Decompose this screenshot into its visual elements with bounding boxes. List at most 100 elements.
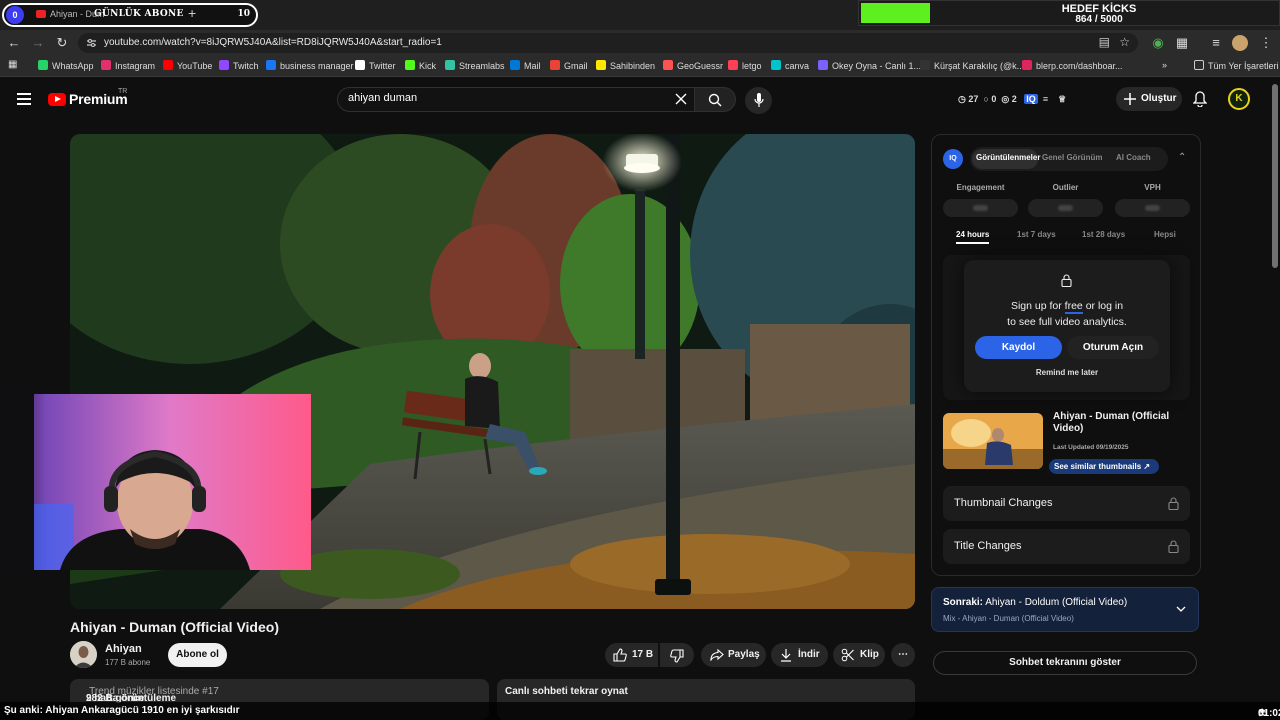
channel-avatar[interactable] (70, 641, 97, 668)
bookmark-item[interactable]: Okey Oyna - Canlı 1... (818, 60, 921, 71)
similar-thumbnails-button[interactable]: See similar thumbnails ↗ (1049, 459, 1159, 474)
login-button[interactable]: Oturum Açın (1067, 336, 1159, 359)
widget-badge: 0 (6, 6, 24, 24)
bookmark-item[interactable]: WhatsApp (38, 60, 94, 71)
share-button[interactable]: Paylaş (701, 643, 766, 667)
plus-icon (1124, 93, 1136, 105)
bookmark-item[interactable]: Mail (510, 60, 541, 71)
voice-search-button[interactable] (745, 87, 772, 114)
browser-menu-icon[interactable]: ⋮ (1258, 35, 1274, 51)
clear-search-icon[interactable] (674, 92, 688, 106)
vidiq-panel: IQ Görüntülenmeler Genel Görünüm AI Coac… (931, 134, 1201, 576)
channel-name[interactable]: Ahiyan (105, 643, 142, 655)
video-thumbnail[interactable] (943, 413, 1043, 469)
site-info-icon[interactable] (86, 38, 97, 48)
metric-engagement: Engagement (956, 183, 1005, 192)
range-28d[interactable]: 1st 28 days (1082, 230, 1125, 239)
more-actions-icon[interactable]: ⋯ (891, 643, 915, 667)
bookmark-item[interactable]: Streamlabs (445, 60, 505, 71)
bookmark-item[interactable]: GeoGuessr (663, 60, 723, 71)
daily-subs-widget: 0 Ahiyan - Dum GÜNLÜK ABONE 10 (2, 3, 258, 27)
bookmark-favicon-icon (355, 60, 365, 70)
extensions-icon[interactable]: ▦ (1174, 35, 1190, 51)
bookmark-favicon-icon (663, 60, 673, 70)
forward-icon[interactable]: → (30, 35, 46, 51)
range-24h[interactable]: 24 hours (956, 230, 990, 244)
reload-icon[interactable]: ↻ (54, 35, 70, 51)
account-avatar[interactable]: K (1228, 88, 1250, 110)
bookmark-favicon-icon (818, 60, 828, 70)
all-bookmarks[interactable]: Tüm Yer İşaretleri (1194, 60, 1279, 71)
bookmark-star-icon[interactable]: ☆ (1119, 35, 1130, 49)
menu-icon[interactable] (17, 93, 31, 105)
bookmark-item[interactable]: Sahibinden (596, 60, 655, 71)
bookmark-item[interactable]: Gmail (550, 60, 588, 71)
address-bar[interactable]: youtube.com/watch?v=8iJQRW5J40A&list=RD8… (78, 33, 1138, 53)
up-next-title: Ahiyan - Doldum (Official Video) (985, 597, 1128, 608)
range-all[interactable]: Hepsi (1154, 230, 1176, 239)
system-tray: ⌃ ♬ 01:02 ▭ (1254, 705, 1280, 719)
notification-icon[interactable]: ▭ (1258, 708, 1267, 719)
search-button[interactable] (694, 87, 736, 112)
dislike-button[interactable] (660, 643, 694, 667)
tab-views[interactable]: Görüntülenmeler (976, 153, 1040, 162)
list-icon[interactable]: ≡ (1043, 94, 1048, 104)
range-7d[interactable]: 1st 7 days (1017, 230, 1056, 239)
tab-search-icon[interactable]: ≡ (1208, 35, 1224, 51)
thumbnail-changes-row[interactable]: Thumbnail Changes (943, 486, 1190, 521)
tab-overview[interactable]: Genel Görünüm (1042, 153, 1102, 162)
bookmark-item[interactable]: Kürşat Karakılıç (@k... (920, 60, 1024, 71)
profile-icon[interactable] (1232, 35, 1248, 51)
youtube-logo-icon[interactable] (48, 93, 66, 106)
signup-card: Sign up for free or log in to see full v… (964, 260, 1170, 392)
new-tab-button[interactable]: + (188, 5, 196, 21)
vidiq-icon[interactable]: IQ (1024, 94, 1038, 104)
remind-later-link[interactable]: Remind me later (964, 368, 1170, 377)
back-icon[interactable]: ← (6, 35, 22, 51)
bookmark-item[interactable]: blerp.com/dashboar... (1022, 60, 1123, 71)
signup-button[interactable]: Kaydol (975, 336, 1062, 359)
page-scrollbar[interactable] (1272, 84, 1278, 268)
metric-vph-value (1115, 199, 1190, 217)
up-next-box[interactable]: Sonraki: Ahiyan - Doldum (Official Video… (931, 587, 1199, 632)
bookmark-item[interactable]: Twitch (219, 60, 259, 71)
title-changes-row[interactable]: Title Changes (943, 529, 1190, 564)
like-button[interactable]: 17 B (605, 643, 658, 667)
vidiq-logo-icon: IQ (943, 149, 963, 169)
bookmark-item[interactable]: Twitter (355, 60, 396, 71)
widget-count: 10 (237, 9, 250, 19)
more-bookmarks-icon[interactable]: » (1162, 60, 1167, 70)
bookmark-item[interactable]: canva (771, 60, 809, 71)
bookmark-item[interactable]: business manager (266, 60, 354, 71)
subscribe-button[interactable]: Abone ol (168, 643, 227, 667)
bookmark-favicon-icon (920, 60, 930, 70)
chevron-down-icon[interactable] (1176, 606, 1186, 613)
extension-shield-icon[interactable]: ◉ (1150, 35, 1166, 51)
search-box[interactable] (337, 87, 695, 112)
apps-grid-icon[interactable]: ▦ (8, 59, 17, 70)
microphone-icon (754, 93, 764, 107)
bookmark-item[interactable]: Kick (405, 60, 436, 71)
bookmark-item[interactable]: Instagram (101, 60, 155, 71)
search-input[interactable] (348, 92, 648, 104)
metric-vph: VPH (1144, 183, 1161, 192)
bookmark-item[interactable]: YouTube (163, 60, 212, 71)
bookmark-item[interactable]: letgo (728, 60, 762, 71)
collapse-chevron-icon[interactable]: ⌃ (1178, 152, 1186, 163)
url-text: youtube.com/watch?v=8iJQRW5J40A&list=RD8… (104, 37, 442, 48)
notifications-bell-icon[interactable] (1193, 91, 1207, 107)
create-button[interactable]: Oluştur (1116, 87, 1182, 111)
tab-ai-coach[interactable]: AI Coach (1116, 153, 1151, 162)
show-chat-button[interactable]: Sohbet tekranını göster (933, 651, 1197, 675)
vidiq-tabs: Görüntülenmeler Genel Görünüm AI Coach (970, 147, 1168, 171)
channel-subscribers: 177 B abone (105, 658, 151, 667)
download-button[interactable]: İndir (771, 643, 828, 667)
last-updated: Last Updated 09/19/2025 (1053, 444, 1129, 451)
up-next-playlist: Mix - Ahiyan - Duman (Official Video) (943, 614, 1074, 623)
signup-message: Sign up for free or log in to see full v… (1007, 300, 1127, 328)
clip-button[interactable]: Klip (833, 643, 885, 667)
trophy-icon[interactable]: ♕ (1058, 94, 1066, 104)
youtube-header: Premium TR ◷ 27 ○ 0 ◎ 2 IQ ≡ ♕ Oluştur K (0, 78, 1280, 120)
bookmark-favicon-icon (1022, 60, 1032, 70)
install-icon[interactable]: ▤ (1099, 35, 1110, 49)
